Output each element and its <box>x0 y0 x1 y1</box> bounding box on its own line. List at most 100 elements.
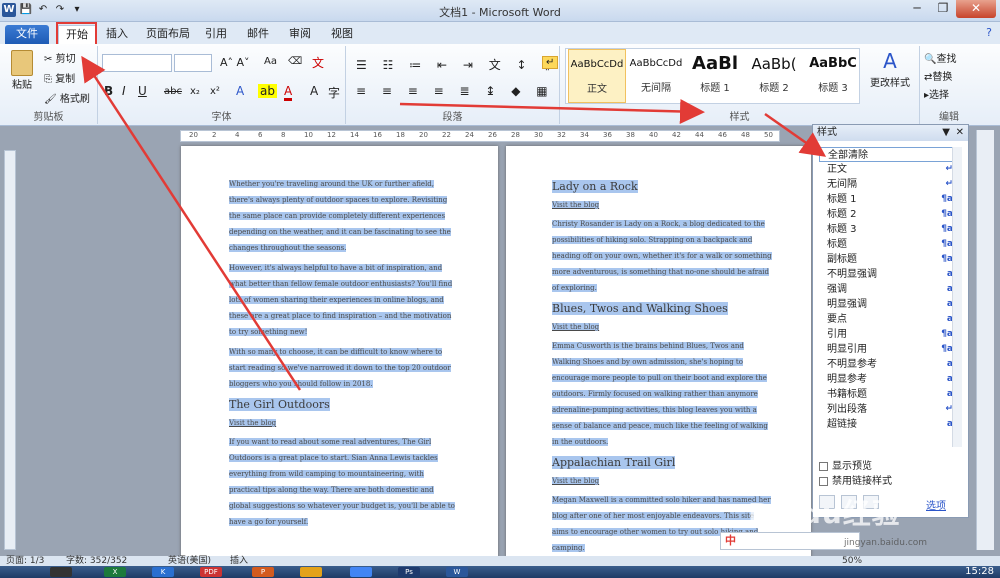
save-icon[interactable]: 💾 <box>19 3 33 17</box>
visit-blog-link[interactable]: Visit the blog <box>229 416 457 430</box>
minimize-icon[interactable]: ─ <box>904 0 930 18</box>
photoshop-icon[interactable]: Ps <box>398 567 420 577</box>
style-list-item[interactable]: 标题 2 ¶a <box>819 207 955 222</box>
options-link[interactable]: 选项 <box>926 497 946 512</box>
word-taskbar-icon[interactable]: W <box>446 567 468 577</box>
ime-toolbar[interactable]: 中 <box>720 532 860 550</box>
taskbar-app-icon[interactable] <box>50 567 72 577</box>
pdf-icon[interactable]: PDF <box>200 567 222 577</box>
bold-button[interactable]: B <box>104 84 113 98</box>
maximize-icon[interactable]: ❐ <box>930 0 956 18</box>
style-list-item[interactable]: 不明显强调 a <box>819 267 955 282</box>
style-list-item[interactable]: 明显强调 a <box>819 297 955 312</box>
style-list-item[interactable]: 书籍标题 a <box>819 387 955 402</box>
style-list-item[interactable]: 强调 a <box>819 282 955 297</box>
style-heading-3[interactable]: AaBbC 标题 3 <box>804 49 862 103</box>
insert-mode[interactable]: 插入 <box>230 556 248 566</box>
style-name: 引用 <box>827 329 847 340</box>
close-icon[interactable]: ✕ <box>956 125 964 141</box>
style-list-item[interactable]: 全部清除 <box>819 147 955 162</box>
enclose-char-icon[interactable]: 字 <box>328 84 340 101</box>
page-1[interactable]: Whether you're traveling around the UK o… <box>181 146 498 558</box>
char-shading-icon[interactable]: A <box>310 84 318 98</box>
style-list-item[interactable]: 副标题 ¶a <box>819 252 955 267</box>
format-painter-button[interactable]: 🖌 格式刷 <box>44 90 90 105</box>
subscript-button[interactable]: x₂ <box>190 86 200 97</box>
chrome-icon[interactable] <box>350 567 372 577</box>
change-styles-button[interactable]: A 更改样式 <box>868 48 912 89</box>
browser-icon[interactable] <box>300 567 322 577</box>
word-count[interactable]: 字数: 352/352 <box>66 556 127 566</box>
language-indicator[interactable]: 英语(美国) <box>168 556 211 566</box>
pane-menu-icon[interactable]: ▼ <box>942 125 950 141</box>
paste-button[interactable]: 粘贴 <box>8 50 36 91</box>
style-list-item[interactable]: 不明显参考 a <box>819 357 955 372</box>
font-size-combobox[interactable] <box>174 54 212 72</box>
horizontal-ruler[interactable]: 20 2 4 6 8 10 12 14 16 18 20 22 24 26 28 30 32 34 36 38 40 42… <box>180 130 780 142</box>
help-icon[interactable]: ? <box>986 26 992 39</box>
change-case-button[interactable]: Aa <box>264 56 277 67</box>
tab-insert[interactable]: 插入 <box>102 25 132 44</box>
font-color-button[interactable]: A <box>284 84 293 101</box>
style-list-item[interactable]: 超链接 a <box>819 417 955 432</box>
tab-references[interactable]: 引用 <box>202 25 230 44</box>
text-effects-icon[interactable]: A <box>236 84 244 98</box>
find-icon: 🔍 <box>924 54 937 65</box>
clear-formatting-icon[interactable]: ⌫ <box>288 56 302 67</box>
style-list-item[interactable]: 无间隔 ↵ <box>819 177 955 192</box>
tab-review[interactable]: 审阅 <box>286 25 314 44</box>
tab-view[interactable]: 视图 <box>328 25 356 44</box>
tab-page-layout[interactable]: 页面布局 <box>142 25 194 44</box>
undo-icon[interactable]: ↶ <box>36 3 50 17</box>
select-button[interactable]: ▸选择 <box>924 86 949 101</box>
style-heading-2[interactable]: AaBb( 标题 2 <box>745 49 803 103</box>
italic-button[interactable]: I <box>122 84 126 98</box>
style-list-item[interactable]: 标题 ¶a <box>819 237 955 252</box>
visit-blog-link[interactable]: Visit the blog <box>552 198 772 212</box>
style-list-item[interactable]: 标题 1 ¶a <box>819 192 955 207</box>
style-heading-1[interactable]: AaBl 标题 1 <box>686 49 744 103</box>
vertical-scrollbar[interactable] <box>976 130 994 550</box>
replace-button[interactable]: ⇄替换 <box>924 68 952 83</box>
style-list-item[interactable]: 要点 a <box>819 312 955 327</box>
checkbox[interactable] <box>819 461 828 471</box>
strikethrough-button[interactable]: abc <box>164 86 182 97</box>
zoom-level[interactable]: 50% <box>842 556 862 566</box>
highlight-color-icon[interactable]: ab <box>258 84 277 98</box>
excel-icon[interactable]: X <box>104 567 126 577</box>
grow-font-icon[interactable]: A˄ A˅ <box>220 56 250 69</box>
close-icon[interactable]: ✕ <box>956 0 996 18</box>
redo-icon[interactable]: ↷ <box>53 3 67 17</box>
align-buttons[interactable]: ≡ ≡ ≡ ≡ ≣ ↨ ◆ ▦ <box>356 84 554 98</box>
tab-mailings[interactable]: 邮件 <box>244 25 272 44</box>
style-list-item[interactable]: 标题 3 ¶a <box>819 222 955 237</box>
disable-linked-option[interactable]: 禁用链接样式 <box>819 474 892 489</box>
tab-file[interactable]: 文件 <box>5 25 49 44</box>
style-list-item[interactable]: 明显引用 ¶a <box>819 342 955 357</box>
styles-scrollbar[interactable] <box>952 147 962 447</box>
page-indicator[interactable]: 页面: 1/3 <box>6 556 44 566</box>
style-list-item[interactable]: 引用 ¶a <box>819 327 955 342</box>
powerpoint-icon[interactable]: P <box>252 567 274 577</box>
app-icon[interactable]: K <box>152 567 174 577</box>
style-list-item[interactable]: 明显参考 a <box>819 372 955 387</box>
style-list-item[interactable]: 列出段落 ↵ <box>819 402 955 417</box>
show-marks-button[interactable]: ↵ <box>542 56 559 69</box>
style-normal[interactable]: AaBbCcDd 正文 <box>568 49 626 103</box>
show-preview-option[interactable]: 显示预览 <box>819 459 892 474</box>
customize-icon[interactable]: ▾ <box>70 3 84 17</box>
copy-button[interactable]: ⎘ 复制 <box>44 70 75 85</box>
list-buttons[interactable]: ☰ ☷ ≔ ⇤ ⇥ 文 ↕ ¶ <box>356 56 556 73</box>
underline-button[interactable]: U <box>138 84 147 98</box>
word-logo-icon[interactable]: W <box>2 3 16 17</box>
visit-blog-link[interactable]: Visit the blog <box>552 474 772 488</box>
superscript-button[interactable]: x² <box>210 86 220 97</box>
cut-button[interactable]: ✂ 剪切 <box>44 50 76 65</box>
phonetic-guide-icon[interactable]: 文 <box>312 54 324 71</box>
style-list-item[interactable]: 正文 ↵ <box>819 162 955 177</box>
style-no-spacing[interactable]: AaBbCcDd 无间隔 <box>627 49 685 103</box>
find-button[interactable]: 🔍查找 <box>924 50 956 65</box>
checkbox[interactable] <box>819 476 828 486</box>
visit-blog-link[interactable]: Visit the blog <box>552 320 772 334</box>
font-name-combobox[interactable] <box>102 54 172 72</box>
